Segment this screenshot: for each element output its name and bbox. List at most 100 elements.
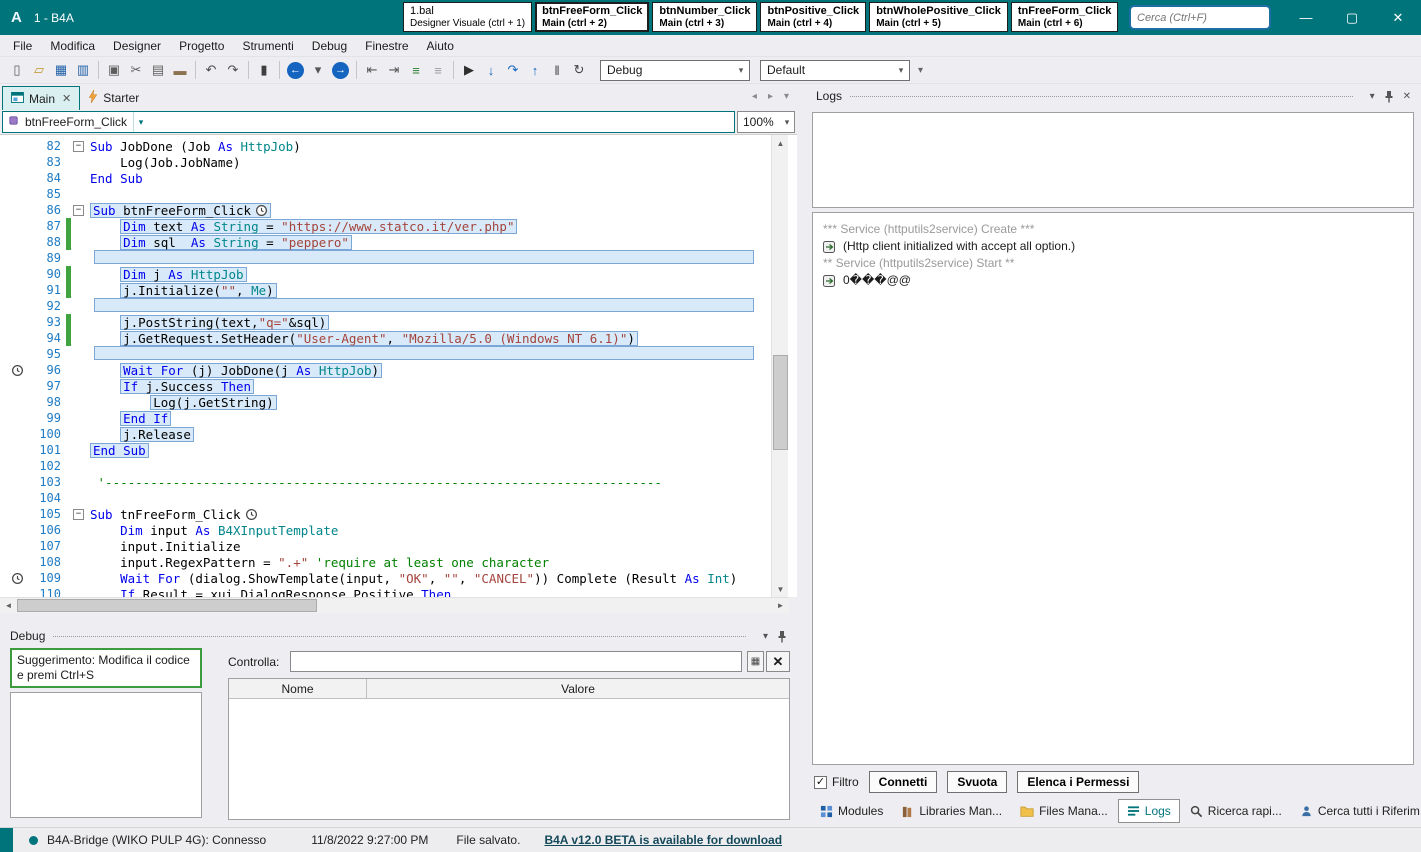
horizontal-scrollbar-thumb[interactable] bbox=[17, 599, 317, 612]
code-line[interactable]: 93 j.PostString(text,"q="&sql) bbox=[0, 314, 771, 330]
scroll-left-icon[interactable]: ◄ bbox=[0, 598, 17, 613]
search-input[interactable] bbox=[1131, 12, 1271, 24]
fold-toggle-icon[interactable]: − bbox=[73, 141, 84, 152]
filter-checkbox[interactable]: ✓ bbox=[814, 776, 827, 789]
save-all-icon[interactable]: ▥ bbox=[72, 59, 94, 81]
step-over-icon[interactable]: ↷ bbox=[502, 59, 524, 81]
menu-designer[interactable]: Designer bbox=[104, 36, 170, 56]
code-line[interactable]: 85 bbox=[0, 186, 771, 202]
evaluate-button[interactable]: ▦ bbox=[747, 651, 764, 672]
redo-icon[interactable]: ↷ bbox=[222, 59, 244, 81]
code-editor[interactable]: 82−Sub JobDone (Job As HttpJob)83 Log(Jo… bbox=[0, 134, 797, 597]
navigate-back-icon[interactable]: ← bbox=[287, 62, 304, 79]
code-line[interactable]: 104 bbox=[0, 490, 771, 506]
code-line[interactable]: 107 input.Initialize bbox=[0, 538, 771, 554]
code-line[interactable]: 88 Dim sql As String = "peppero" bbox=[0, 234, 771, 250]
bottom-tab-files-mana[interactable]: Files Mana... bbox=[1012, 800, 1116, 822]
code-line[interactable]: 92 bbox=[0, 298, 771, 314]
chevron-down-icon[interactable]: ▾ bbox=[1370, 91, 1375, 102]
bottom-tab-modules[interactable]: Modules bbox=[812, 800, 891, 822]
code-line[interactable]: 97 If j.Success Then bbox=[0, 378, 771, 394]
code-line[interactable]: 87 Dim text As String = "https://www.sta… bbox=[0, 218, 771, 234]
uncomment-icon[interactable]: ≡ bbox=[427, 59, 449, 81]
clear-watch-button[interactable]: ✕ bbox=[766, 651, 790, 672]
maximize-button[interactable]: ▢ bbox=[1329, 0, 1375, 35]
tab-scroll-right-icon[interactable]: ▸ bbox=[768, 91, 773, 102]
vertical-scrollbar[interactable]: ▲ ▼ bbox=[771, 135, 788, 597]
code-line[interactable]: 108 input.RegexPattern = ".+" 'require a… bbox=[0, 554, 771, 570]
bookmark-icon[interactable]: ▮ bbox=[253, 59, 275, 81]
column-header-nome[interactable]: Nome bbox=[229, 679, 367, 698]
code-line[interactable]: 82−Sub JobDone (Job As HttpJob) bbox=[0, 138, 771, 154]
horizontal-splitter[interactable] bbox=[0, 613, 797, 624]
code-line[interactable]: 105−Sub tnFreeForm_Click bbox=[0, 506, 771, 522]
code-line[interactable]: 83 Log(Job.JobName) bbox=[0, 154, 771, 170]
menu-finestre[interactable]: Finestre bbox=[356, 36, 417, 56]
titlebar-tab-btnfreeform-click[interactable]: btnFreeForm_ClickMain (ctrl + 2) bbox=[535, 2, 649, 32]
vertical-scrollbar-thumb[interactable] bbox=[773, 355, 788, 450]
build-config-dropdown[interactable]: Default ▾ bbox=[760, 60, 910, 81]
restart-icon[interactable]: ↻ bbox=[568, 59, 590, 81]
step-into-icon[interactable]: ↓ bbox=[480, 59, 502, 81]
titlebar-tab-btnnumber-click[interactable]: btnNumber_ClickMain (ctrl + 3) bbox=[652, 2, 757, 32]
bottom-tab-cerca-tutti-i-riferim[interactable]: Cerca tutti i Riferim... bbox=[1292, 800, 1421, 822]
code-line[interactable]: 98 Log(j.GetString) bbox=[0, 394, 771, 410]
pause-icon[interactable]: ‖ bbox=[546, 59, 568, 81]
code-line[interactable]: 90 Dim j As HttpJob bbox=[0, 266, 771, 282]
bottom-tab-logs[interactable]: Logs bbox=[1118, 799, 1180, 823]
chevron-down-icon[interactable]: ▾ bbox=[763, 631, 768, 642]
run-icon[interactable]: ▶ bbox=[458, 59, 480, 81]
menu-progetto[interactable]: Progetto bbox=[170, 36, 233, 56]
menu-debug[interactable]: Debug bbox=[303, 36, 356, 56]
logs-output-area[interactable]: *** Service (httputils2service) Create *… bbox=[812, 212, 1414, 765]
code-line[interactable]: 101End Sub bbox=[0, 442, 771, 458]
titlebar-tab-btnwholepositive-click[interactable]: btnWholePositive_ClickMain (ctrl + 5) bbox=[869, 2, 1008, 32]
code-line[interactable]: 94 j.GetRequest.SetHeader("User-Agent", … bbox=[0, 330, 771, 346]
new-file-icon[interactable]: ▯ bbox=[6, 59, 28, 81]
open-project-icon[interactable]: ▱ bbox=[28, 59, 50, 81]
tab-main[interactable]: Main ✕ bbox=[2, 86, 80, 110]
debug-watch-list[interactable] bbox=[10, 692, 202, 818]
tab-close-icon[interactable]: ✕ bbox=[62, 92, 71, 105]
indent-decrease-icon[interactable]: ⇤ bbox=[361, 59, 383, 81]
titlebar-tab-1-bal[interactable]: 1.balDesigner Visuale (ctrl + 1) bbox=[403, 2, 532, 32]
scroll-right-icon[interactable]: ► bbox=[772, 598, 789, 613]
tab-starter[interactable]: Starter bbox=[80, 86, 147, 110]
scroll-down-icon[interactable]: ▼ bbox=[772, 581, 789, 597]
bottom-tab-ricerca-rapi[interactable]: Ricerca rapi... bbox=[1182, 800, 1290, 822]
code-line[interactable]: 84End Sub bbox=[0, 170, 771, 186]
copy-icon[interactable]: ▤ bbox=[147, 59, 169, 81]
logs-secondary-area[interactable] bbox=[812, 112, 1414, 208]
code-line[interactable]: 110 If Result = xui.DialogResponse_Posit… bbox=[0, 586, 771, 597]
menu-file[interactable]: File bbox=[4, 36, 41, 56]
comment-icon[interactable]: ≡ bbox=[405, 59, 427, 81]
paste-icon[interactable]: ▬ bbox=[169, 59, 191, 81]
code-line[interactable]: 103 '-----------------------------------… bbox=[0, 474, 771, 490]
code-line[interactable]: 106 Dim input As B4XInputTemplate bbox=[0, 522, 771, 538]
code-line[interactable]: 99 End If bbox=[0, 410, 771, 426]
step-out-icon[interactable]: ↑ bbox=[524, 59, 546, 81]
code-line[interactable]: 96 Wait For (j) JobDone(j As HttpJob) bbox=[0, 362, 771, 378]
menu-strumenti[interactable]: Strumenti bbox=[233, 36, 302, 56]
fold-toggle-icon[interactable]: − bbox=[73, 509, 84, 520]
code-line[interactable]: 95 bbox=[0, 346, 771, 362]
scroll-up-icon[interactable]: ▲ bbox=[772, 135, 789, 151]
pin-icon[interactable] bbox=[1384, 90, 1394, 103]
minimize-button[interactable]: — bbox=[1283, 0, 1329, 35]
toolbar-overflow-icon[interactable]: ▾ bbox=[918, 65, 923, 76]
pin-icon[interactable] bbox=[777, 630, 787, 643]
menu-modifica[interactable]: Modifica bbox=[41, 36, 104, 56]
navigate-forward-icon[interactable]: → bbox=[332, 62, 349, 79]
code-line[interactable]: 102 bbox=[0, 458, 771, 474]
vertical-splitter[interactable] bbox=[797, 84, 806, 827]
zoom-dropdown[interactable]: 100% ▾ bbox=[737, 111, 795, 133]
code-line[interactable]: 89 bbox=[0, 250, 771, 266]
code-line[interactable]: 100 j.Release bbox=[0, 426, 771, 442]
close-button[interactable]: ✕ bbox=[1375, 0, 1421, 35]
fold-toggle-icon[interactable]: − bbox=[73, 205, 84, 216]
debug-mode-dropdown[interactable]: Debug ▾ bbox=[600, 60, 750, 81]
clear-logs-button[interactable]: Svuota bbox=[947, 771, 1007, 793]
code-line[interactable]: 109 Wait For (dialog.ShowTemplate(input,… bbox=[0, 570, 771, 586]
titlebar-tab-tnfreeform-click[interactable]: tnFreeForm_ClickMain (ctrl + 6) bbox=[1011, 2, 1119, 32]
back-history-chevron-icon[interactable]: ▾ bbox=[307, 59, 329, 81]
